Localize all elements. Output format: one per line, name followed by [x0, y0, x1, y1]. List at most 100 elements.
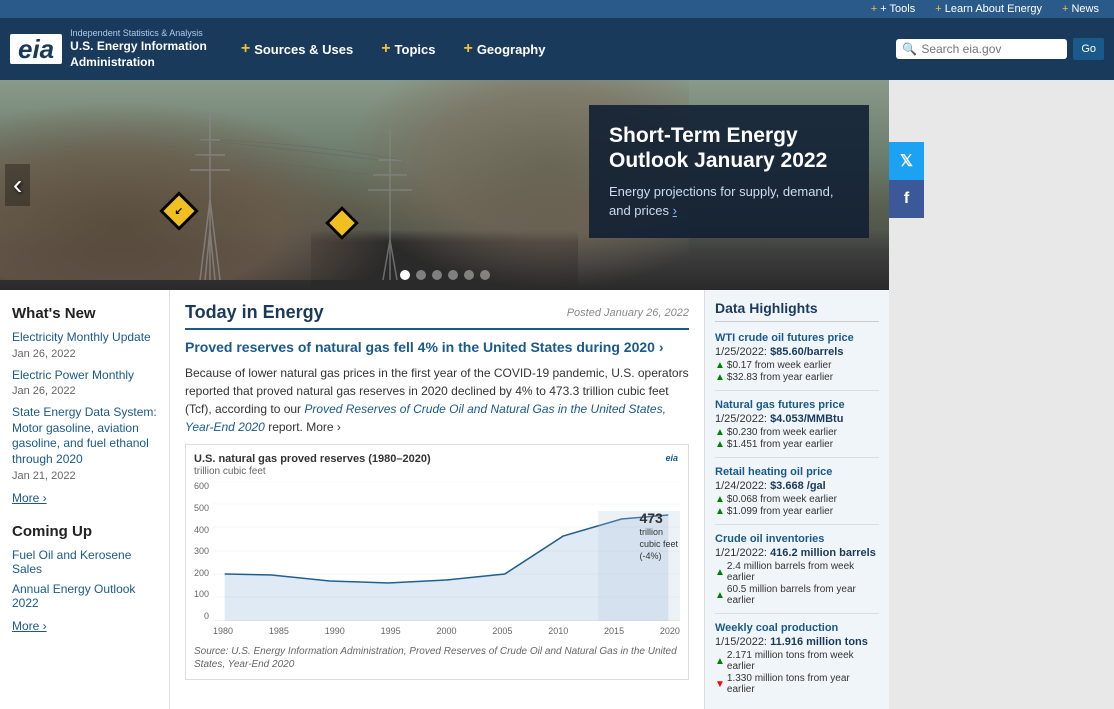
arrow-up-icon-2: ▲: [715, 372, 725, 383]
arrow-down-icon-2: ▲: [715, 439, 725, 450]
hero-subtitle: Energy projections for supply, demand, a…: [609, 183, 849, 219]
dh-wti-change2: ▲ $32.83 from year earlier: [715, 372, 879, 383]
whats-new-title: What's New: [12, 305, 157, 322]
twitter-button[interactable]: 𝕏: [889, 142, 924, 180]
search-button[interactable]: Go: [1073, 38, 1104, 60]
chart-change: (-4%): [639, 551, 661, 561]
dh-wti-change1: ▲ $0.17 from week earlier: [715, 360, 879, 371]
dh-heating-change2: ▲ $1.099 from year earlier: [715, 506, 879, 517]
geography-plus: +: [463, 40, 472, 58]
learn-link[interactable]: + Learn About Energy: [935, 3, 1042, 15]
sidebar-link-annual-outlook[interactable]: Annual Energy Outlook 2022: [12, 582, 157, 610]
whats-new-more[interactable]: More ›: [12, 491, 47, 505]
dh-item-wti: WTI crude oil futures price 1/25/2022: $…: [715, 332, 879, 391]
dh-wti-name: WTI crude oil futures price: [715, 332, 879, 344]
dh-item-heating: Retail heating oil price 1/24/2022: $3.6…: [715, 466, 879, 525]
tools-link[interactable]: + + Tools: [871, 3, 915, 15]
posted-date: Posted January 26, 2022: [567, 307, 689, 319]
sidebar-link-electric-power[interactable]: Electric Power Monthly: [12, 368, 157, 384]
dot-6[interactable]: [480, 270, 490, 280]
hero-title: Short-Term Energy Outlook January 2022: [609, 123, 849, 173]
chart-container: U.S. natural gas proved reserves (1980–2…: [185, 444, 689, 680]
arrow-down-icon-4: ▲: [715, 590, 725, 601]
news-plus: +: [1062, 3, 1068, 15]
chart-title: U.S. natural gas proved reserves (1980–2…: [194, 453, 680, 465]
arrow-up-icon-4: ▲: [715, 506, 725, 517]
arrow-up-icon-5: ▲: [715, 656, 725, 667]
coming-up-title: Coming Up: [12, 523, 157, 540]
logo-area: eia Independent Statistics & Analysis U.…: [10, 28, 207, 71]
dh-coal-date-price: 1/15/2022: 11.916 million tons: [715, 636, 879, 648]
dh-natgas-change2: ▲ $1.451 from year earlier: [715, 439, 879, 450]
geography-nav[interactable]: + Geography: [449, 18, 559, 80]
tools-label: + Tools: [880, 3, 915, 15]
article-title-link[interactable]: Proved reserves of natural gas fell 4% i…: [185, 338, 689, 356]
sources-uses-nav[interactable]: + Sources & Uses: [227, 18, 367, 80]
topics-label: Topics: [395, 42, 436, 57]
dh-wti-date: 1/25/2022:: [715, 346, 767, 358]
today-energy-header: Today in Energy Posted January 26, 2022: [185, 302, 689, 330]
dh-natgas-name: Natural gas futures price: [715, 399, 879, 411]
dh-coal-date: 1/15/2022:: [715, 636, 767, 648]
geography-label: Geography: [477, 42, 546, 57]
article-body: Because of lower natural gas prices in t…: [185, 364, 689, 436]
dh-heating-name: Retail heating oil price: [715, 466, 879, 478]
dot-1[interactable]: [400, 270, 410, 280]
whats-new-section: What's New Electricity Monthly Update Ja…: [12, 305, 157, 505]
sidebar-link-state-energy[interactable]: State Energy Data System: Motor gasoline…: [12, 405, 157, 467]
search-input[interactable]: [921, 42, 1061, 56]
hero-banner: ↙ ‹ Short-Term Energy Outlook January 20…: [0, 80, 889, 290]
agency-name-line2: U.S. Energy Information: [70, 39, 207, 55]
sidebar-date-1: Jan 26, 2022: [12, 348, 157, 360]
dh-heating-price: $3.668 /gal: [770, 480, 826, 492]
hero-prev-btn[interactable]: ‹: [5, 164, 30, 206]
logo-text: eia: [18, 34, 54, 64]
dh-wti-price: $85.60/barrels: [770, 346, 843, 358]
dh-wti-date-price: 1/25/2022: $85.60/barrels: [715, 346, 879, 358]
dot-4[interactable]: [448, 270, 458, 280]
hero-link[interactable]: ›: [673, 203, 677, 218]
sources-label: Sources & Uses: [254, 42, 353, 57]
logo-box: eia: [10, 34, 62, 64]
data-highlights-panel: Data Highlights WTI crude oil futures pr…: [704, 290, 889, 709]
topics-nav[interactable]: + Topics: [367, 18, 449, 80]
chart-source: Source: U.S. Energy Information Administ…: [194, 645, 680, 671]
news-label: News: [1071, 3, 1099, 15]
agency-name-line3: Administration: [70, 55, 207, 71]
dot-2[interactable]: [416, 270, 426, 280]
chart-subtitle: trillion cubic feet: [194, 466, 680, 477]
article-text-part2: report. More ›: [265, 420, 341, 434]
main-nav: + Sources & Uses + Topics + Geography: [227, 18, 897, 80]
chart-value: 473: [639, 510, 662, 526]
dot-3[interactable]: [432, 270, 442, 280]
center-content: Today in Energy Posted January 26, 2022 …: [170, 290, 704, 709]
dot-5[interactable]: [464, 270, 474, 280]
coming-up-more[interactable]: More ›: [12, 619, 47, 633]
dh-crude-change2: ▲ 60.5 million barrels from year earlier: [715, 584, 879, 606]
data-highlights-title: Data Highlights: [715, 300, 879, 322]
hero-dots: [400, 270, 490, 280]
dh-crude-change1: ▲ 2.4 million barrels from week earlier: [715, 561, 879, 583]
sidebar-date-2: Jan 26, 2022: [12, 385, 157, 397]
learn-plus: +: [935, 3, 941, 15]
topics-plus: +: [381, 40, 390, 58]
learn-label: Learn About Energy: [945, 3, 1042, 15]
dh-item-crude: Crude oil inventories 1/21/2022: 416.2 m…: [715, 533, 879, 614]
today-energy-title: Today in Energy: [185, 302, 324, 323]
dh-crude-date-price: 1/21/2022: 416.2 million barrels: [715, 547, 879, 559]
x-axis: 1980 1985 1990 1995 2000 2005 2010 2015 …: [213, 624, 680, 636]
search-box: 🔍: [896, 39, 1067, 59]
dh-heating-date: 1/24/2022:: [715, 480, 767, 492]
social-sidebar: 𝕏 f: [889, 80, 924, 709]
facebook-button[interactable]: f: [889, 180, 924, 218]
dh-natgas-price: $4.053/MMBtu: [770, 413, 843, 425]
sidebar-link-electricity-monthly[interactable]: Electricity Monthly Update: [12, 330, 157, 346]
dh-coal-change1: ▲ 2.171 million tons from week earlier: [715, 650, 879, 672]
news-link[interactable]: + News: [1062, 3, 1099, 15]
chart-value-unit: trillioncubic feet: [639, 527, 678, 549]
sidebar-link-fuel-oil[interactable]: Fuel Oil and Kerosene Sales: [12, 548, 157, 576]
dh-coal-name: Weekly coal production: [715, 622, 879, 634]
left-sidebar: What's New Electricity Monthly Update Ja…: [0, 290, 170, 709]
sources-plus: +: [241, 40, 250, 58]
tools-plus: +: [871, 3, 877, 15]
